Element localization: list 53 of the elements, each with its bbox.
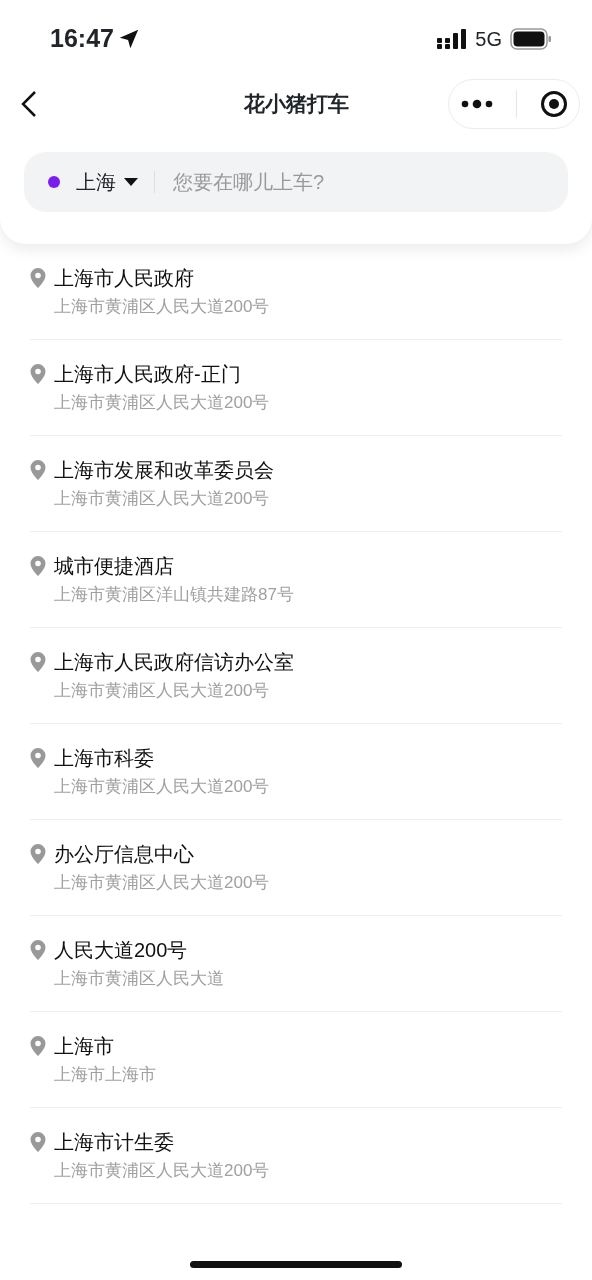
- battery-icon: [510, 28, 552, 50]
- place-address: 上海市黄浦区人民大道200号: [54, 392, 270, 414]
- place-name: 人民大道200号: [54, 938, 189, 963]
- place-address: 上海市黄浦区人民大道200号: [54, 680, 271, 702]
- place-address: 上海市黄浦区人民大道200号: [54, 872, 270, 894]
- place-item[interactable]: 上海市人民政府 上海市黄浦区人民大道200号: [30, 244, 562, 340]
- more-icon[interactable]: [460, 99, 493, 109]
- place-address: 上海市黄浦区人民大道200号: [54, 296, 270, 318]
- place-address: 上海市黄浦区人民大道200号: [54, 776, 270, 798]
- signal-icon: [437, 29, 468, 49]
- pin-icon: [30, 940, 46, 960]
- place-address: 上海市黄浦区人民大道200号: [54, 1160, 270, 1182]
- city-dot-icon: [48, 176, 60, 188]
- place-item[interactable]: 上海市 上海市上海市: [30, 1012, 562, 1108]
- city-selector[interactable]: 上海: [76, 167, 138, 197]
- place-name: 上海市: [54, 1034, 115, 1059]
- place-name: 城市便捷酒店: [54, 554, 175, 579]
- pin-icon: [30, 652, 46, 672]
- place-name: 上海市人民政府信访办公室: [54, 650, 294, 675]
- location-arrow-icon: [117, 28, 140, 50]
- place-item[interactable]: 上海市计生委 上海市黄浦区人民大道200号: [30, 1108, 562, 1204]
- pin-icon: [30, 268, 46, 288]
- place-address: 上海市黄浦区洋山镇共建路87号: [54, 584, 294, 606]
- network-type: 5G: [475, 27, 502, 52]
- place-name: 上海市科委: [54, 746, 155, 771]
- pin-icon: [30, 364, 46, 384]
- pin-icon: [30, 1036, 46, 1056]
- place-item[interactable]: 上海市人民政府信访办公室 上海市黄浦区人民大道200号: [30, 628, 562, 724]
- pin-icon: [30, 844, 46, 864]
- pin-icon: [30, 460, 46, 480]
- page-title: 花小猪打车: [243, 91, 349, 118]
- place-name: 上海市计生委: [54, 1130, 175, 1155]
- place-address: 上海市上海市: [54, 1064, 156, 1086]
- place-name: 上海市发展和改革委员会: [54, 458, 274, 483]
- search-field[interactable]: 上海 您要在哪儿上车?: [24, 152, 568, 212]
- place-item[interactable]: 上海市科委 上海市黄浦区人民大道200号: [30, 724, 562, 820]
- place-name: 办公厅信息中心: [54, 842, 195, 867]
- place-name: 上海市人民政府: [54, 266, 195, 291]
- status-time: 16:47: [50, 23, 114, 55]
- pin-icon: [30, 556, 46, 576]
- back-icon[interactable]: [20, 90, 38, 118]
- place-address: 上海市黄浦区人民大道200号: [54, 488, 271, 510]
- place-item[interactable]: 上海市发展和改革委员会 上海市黄浦区人民大道200号: [30, 436, 562, 532]
- place-name: 上海市人民政府-正门: [54, 362, 242, 387]
- pin-icon: [30, 748, 46, 768]
- close-target-icon[interactable]: [539, 90, 568, 118]
- caret-icon: [124, 178, 138, 186]
- place-address: 上海市黄浦区人民大道: [54, 968, 224, 990]
- place-item[interactable]: 办公厅信息中心 上海市黄浦区人民大道200号: [30, 820, 562, 916]
- pin-icon: [30, 1132, 46, 1152]
- place-item[interactable]: 上海市人民政府-正门 上海市黄浦区人民大道200号: [30, 340, 562, 436]
- place-item[interactable]: 人民大道200号 上海市黄浦区人民大道: [30, 916, 562, 1012]
- place-item[interactable]: 城市便捷酒店 上海市黄浦区洋山镇共建路87号: [30, 532, 562, 628]
